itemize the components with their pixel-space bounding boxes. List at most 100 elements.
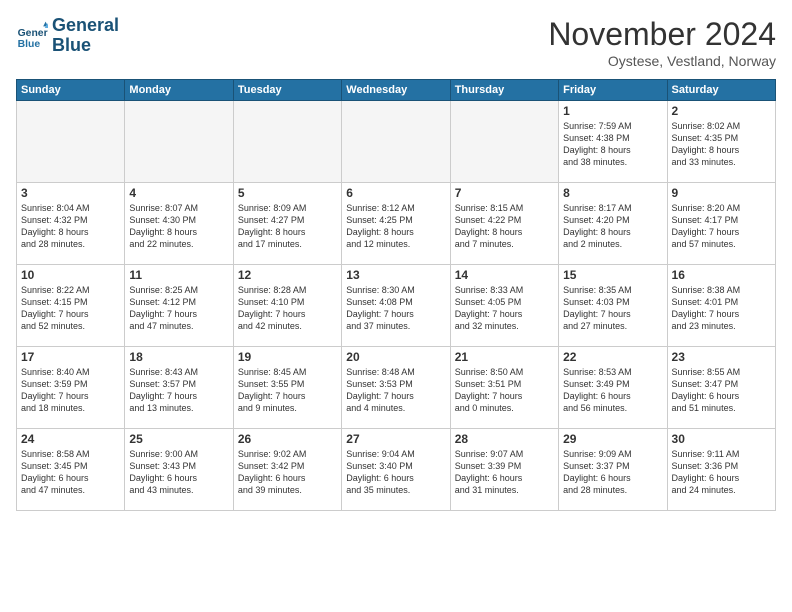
day-number: 19 — [238, 350, 337, 364]
header: General Blue General Blue November 2024 … — [16, 16, 776, 69]
day-info: Sunrise: 8:43 AM Sunset: 3:57 PM Dayligh… — [129, 366, 228, 415]
day-info: Sunrise: 8:50 AM Sunset: 3:51 PM Dayligh… — [455, 366, 554, 415]
day-number: 13 — [346, 268, 445, 282]
day-number: 15 — [563, 268, 662, 282]
table-row: 17 Sunrise: 8:40 AM Sunset: 3:59 PM Dayli… — [17, 347, 125, 429]
table-row: 19 Sunrise: 8:45 AM Sunset: 3:55 PM Dayli… — [233, 347, 341, 429]
day-number: 7 — [455, 186, 554, 200]
col-tuesday: Tuesday — [233, 80, 341, 101]
day-info: Sunrise: 9:07 AM Sunset: 3:39 PM Dayligh… — [455, 448, 554, 497]
title-block: November 2024 Oystese, Vestland, Norway — [548, 16, 776, 69]
table-row: 6Sunrise: 8:12 AM Sunset: 4:25 PM Daylig… — [342, 183, 450, 265]
logo-line1: General — [52, 16, 119, 36]
day-info: Sunrise: 9:02 AM Sunset: 3:42 PM Dayligh… — [238, 448, 337, 497]
table-row: 26 Sunrise: 9:02 AM Sunset: 3:42 PM Dayli… — [233, 429, 341, 511]
calendar-week-row: 17 Sunrise: 8:40 AM Sunset: 3:59 PM Dayli… — [17, 347, 776, 429]
table-row: 25 Sunrise: 9:00 AM Sunset: 3:43 PM Dayli… — [125, 429, 233, 511]
day-number: 12 — [238, 268, 337, 282]
day-info: Sunrise: 7:59 AM Sunset: 4:38 PM Dayligh… — [563, 120, 662, 169]
day-info: Sunrise: 8:48 AM Sunset: 3:53 PM Dayligh… — [346, 366, 445, 415]
table-row — [125, 101, 233, 183]
table-row: 9Sunrise: 8:20 AM Sunset: 4:17 PM Daylig… — [667, 183, 775, 265]
calendar-week-row: 24Sunrise: 8:58 AM Sunset: 3:45 PM Dayli… — [17, 429, 776, 511]
day-number: 26 — [238, 432, 337, 446]
day-info: Sunrise: 8:30 AM Sunset: 4:08 PM Dayligh… — [346, 284, 445, 333]
table-row: 11Sunrise: 8:25 AM Sunset: 4:12 PM Dayli… — [125, 265, 233, 347]
day-number: 4 — [129, 186, 228, 200]
col-wednesday: Wednesday — [342, 80, 450, 101]
day-number: 25 — [129, 432, 228, 446]
calendar-week-row: 10Sunrise: 8:22 AM Sunset: 4:15 PM Dayli… — [17, 265, 776, 347]
location: Oystese, Vestland, Norway — [548, 53, 776, 69]
day-number: 18 — [129, 350, 228, 364]
day-info: Sunrise: 8:45 AM Sunset: 3:55 PM Dayligh… — [238, 366, 337, 415]
day-info: Sunrise: 8:40 AM Sunset: 3:59 PM Dayligh… — [21, 366, 120, 415]
table-row: 24Sunrise: 8:58 AM Sunset: 3:45 PM Dayli… — [17, 429, 125, 511]
day-info: Sunrise: 8:15 AM Sunset: 4:22 PM Dayligh… — [455, 202, 554, 251]
month-title: November 2024 — [548, 16, 776, 53]
table-row: 2Sunrise: 8:02 AM Sunset: 4:35 PM Daylig… — [667, 101, 775, 183]
logo: General Blue General Blue — [16, 16, 119, 56]
day-number: 10 — [21, 268, 120, 282]
logo-line2: Blue — [52, 36, 119, 56]
day-number: 29 — [563, 432, 662, 446]
col-friday: Friday — [559, 80, 667, 101]
col-thursday: Thursday — [450, 80, 558, 101]
day-number: 30 — [672, 432, 771, 446]
day-number: 1 — [563, 104, 662, 118]
table-row: 5Sunrise: 8:09 AM Sunset: 4:27 PM Daylig… — [233, 183, 341, 265]
page: General Blue General Blue November 2024 … — [0, 0, 792, 612]
day-info: Sunrise: 8:35 AM Sunset: 4:03 PM Dayligh… — [563, 284, 662, 333]
calendar-table: Sunday Monday Tuesday Wednesday Thursday… — [16, 79, 776, 511]
col-sunday: Sunday — [17, 80, 125, 101]
day-number: 3 — [21, 186, 120, 200]
table-row: 15 Sunrise: 8:35 AM Sunset: 4:03 PM Dayli… — [559, 265, 667, 347]
table-row — [450, 101, 558, 183]
day-number: 5 — [238, 186, 337, 200]
calendar-week-row: 1 Sunrise: 7:59 AM Sunset: 4:38 PM Daylig… — [17, 101, 776, 183]
day-info: Sunrise: 8:04 AM Sunset: 4:32 PM Dayligh… — [21, 202, 120, 251]
day-info: Sunrise: 8:25 AM Sunset: 4:12 PM Dayligh… — [129, 284, 228, 333]
table-row: 12 Sunrise: 8:28 AM Sunset: 4:10 PM Dayli… — [233, 265, 341, 347]
calendar-header-row: Sunday Monday Tuesday Wednesday Thursday… — [17, 80, 776, 101]
day-info: Sunrise: 8:17 AM Sunset: 4:20 PM Dayligh… — [563, 202, 662, 251]
table-row: 29Sunrise: 9:09 AM Sunset: 3:37 PM Dayli… — [559, 429, 667, 511]
day-number: 20 — [346, 350, 445, 364]
day-info: Sunrise: 8:02 AM Sunset: 4:35 PM Dayligh… — [672, 120, 771, 169]
table-row: 3 Sunrise: 8:04 AM Sunset: 4:32 PM Daylig… — [17, 183, 125, 265]
table-row: 10Sunrise: 8:22 AM Sunset: 4:15 PM Dayli… — [17, 265, 125, 347]
day-info: Sunrise: 9:11 AM Sunset: 3:36 PM Dayligh… — [672, 448, 771, 497]
day-number: 6 — [346, 186, 445, 200]
table-row: 28Sunrise: 9:07 AM Sunset: 3:39 PM Dayli… — [450, 429, 558, 511]
day-number: 9 — [672, 186, 771, 200]
table-row: 30 Sunrise: 9:11 AM Sunset: 3:36 PM Dayli… — [667, 429, 775, 511]
table-row: 21Sunrise: 8:50 AM Sunset: 3:51 PM Dayli… — [450, 347, 558, 429]
table-row — [17, 101, 125, 183]
day-number: 23 — [672, 350, 771, 364]
day-number: 14 — [455, 268, 554, 282]
table-row: 18 Sunrise: 8:43 AM Sunset: 3:57 PM Dayli… — [125, 347, 233, 429]
table-row: 20 Sunrise: 8:48 AM Sunset: 3:53 PM Dayli… — [342, 347, 450, 429]
svg-text:General: General — [18, 28, 48, 39]
table-row: 4 Sunrise: 8:07 AM Sunset: 4:30 PM Daylig… — [125, 183, 233, 265]
day-number: 16 — [672, 268, 771, 282]
svg-text:Blue: Blue — [18, 39, 41, 50]
logo-icon: General Blue — [16, 20, 48, 52]
day-info: Sunrise: 8:53 AM Sunset: 3:49 PM Dayligh… — [563, 366, 662, 415]
table-row: 8 Sunrise: 8:17 AM Sunset: 4:20 PM Daylig… — [559, 183, 667, 265]
table-row: 7 Sunrise: 8:15 AM Sunset: 4:22 PM Daylig… — [450, 183, 558, 265]
day-info: Sunrise: 8:28 AM Sunset: 4:10 PM Dayligh… — [238, 284, 337, 333]
day-info: Sunrise: 8:07 AM Sunset: 4:30 PM Dayligh… — [129, 202, 228, 251]
table-row: 13 Sunrise: 8:30 AM Sunset: 4:08 PM Dayli… — [342, 265, 450, 347]
day-number: 22 — [563, 350, 662, 364]
day-number: 8 — [563, 186, 662, 200]
day-info: Sunrise: 8:38 AM Sunset: 4:01 PM Dayligh… — [672, 284, 771, 333]
day-number: 24 — [21, 432, 120, 446]
day-info: Sunrise: 8:55 AM Sunset: 3:47 PM Dayligh… — [672, 366, 771, 415]
table-row — [342, 101, 450, 183]
table-row: 22 Sunrise: 8:53 AM Sunset: 3:49 PM Dayli… — [559, 347, 667, 429]
col-saturday: Saturday — [667, 80, 775, 101]
day-number: 17 — [21, 350, 120, 364]
day-info: Sunrise: 9:00 AM Sunset: 3:43 PM Dayligh… — [129, 448, 228, 497]
table-row: 14Sunrise: 8:33 AM Sunset: 4:05 PM Dayli… — [450, 265, 558, 347]
